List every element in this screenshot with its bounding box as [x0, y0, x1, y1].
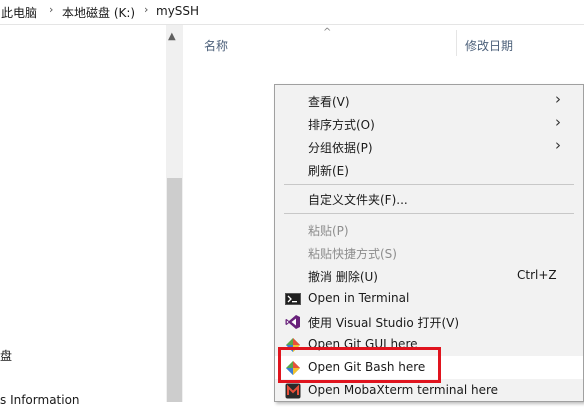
menu-separator: [284, 213, 574, 214]
submenu-arrow-icon: ›: [555, 136, 561, 154]
submenu-arrow-icon: ›: [555, 113, 561, 131]
column-header-name[interactable]: 名称: [204, 37, 228, 54]
breadcrumb-local-disk[interactable]: 本地磁盘 (K:): [62, 4, 135, 21]
menu-separator: [284, 184, 574, 185]
breadcrumb-separator-icon[interactable]: ›: [144, 3, 148, 16]
menu-item-refresh[interactable]: 刷新(E): [275, 158, 583, 181]
mobaxterm-icon: [285, 383, 301, 399]
address-bar[interactable]: 此电脑 › 本地磁盘 (K:) › mySSH: [0, 0, 584, 25]
terminal-icon: [285, 291, 301, 307]
breadcrumb-separator-icon[interactable]: ›: [49, 3, 53, 16]
menu-item-paste: 粘贴(P): [308, 224, 349, 238]
breadcrumb-myssh[interactable]: mySSH: [156, 4, 199, 18]
menu-item-open-with-visual-studio[interactable]: 使用 Visual Studio 打开(V): [275, 310, 583, 333]
menu-item-view[interactable]: 查看(V) ›: [275, 89, 583, 112]
breadcrumb-this-pc[interactable]: 此电脑: [1, 4, 37, 21]
column-header-date-modified[interactable]: 修改日期: [465, 37, 513, 54]
highlight-annotation-box: [278, 347, 441, 383]
nav-item-fragment[interactable]: 盘: [0, 347, 12, 364]
menu-item-customize-folder[interactable]: 自定义文件夹(F)...: [275, 187, 583, 210]
visual-studio-icon: [285, 314, 301, 330]
menu-item-sort-by[interactable]: 排序方式(O) ›: [275, 112, 583, 135]
column-divider[interactable]: [456, 30, 457, 56]
navigation-pane: [0, 25, 183, 402]
scroll-up-arrow-icon[interactable]: ▲: [168, 31, 176, 42]
nav-item-fragment[interactable]: s Information: [0, 393, 80, 407]
shortcut-label: Ctrl+Z: [517, 268, 557, 282]
scrollbar-thumb[interactable]: [167, 178, 182, 402]
menu-item-undo-delete[interactable]: 撤消 删除(U) Ctrl+Z: [275, 264, 583, 287]
submenu-arrow-icon: ›: [555, 90, 561, 108]
menu-item-open-in-terminal[interactable]: Open in Terminal: [275, 287, 583, 310]
sort-ascending-icon: ^: [323, 27, 332, 38]
menu-item-group-by[interactable]: 分组依据(P) ›: [275, 135, 583, 158]
menu-item-paste-shortcut: 粘贴快捷方式(S): [308, 247, 397, 261]
